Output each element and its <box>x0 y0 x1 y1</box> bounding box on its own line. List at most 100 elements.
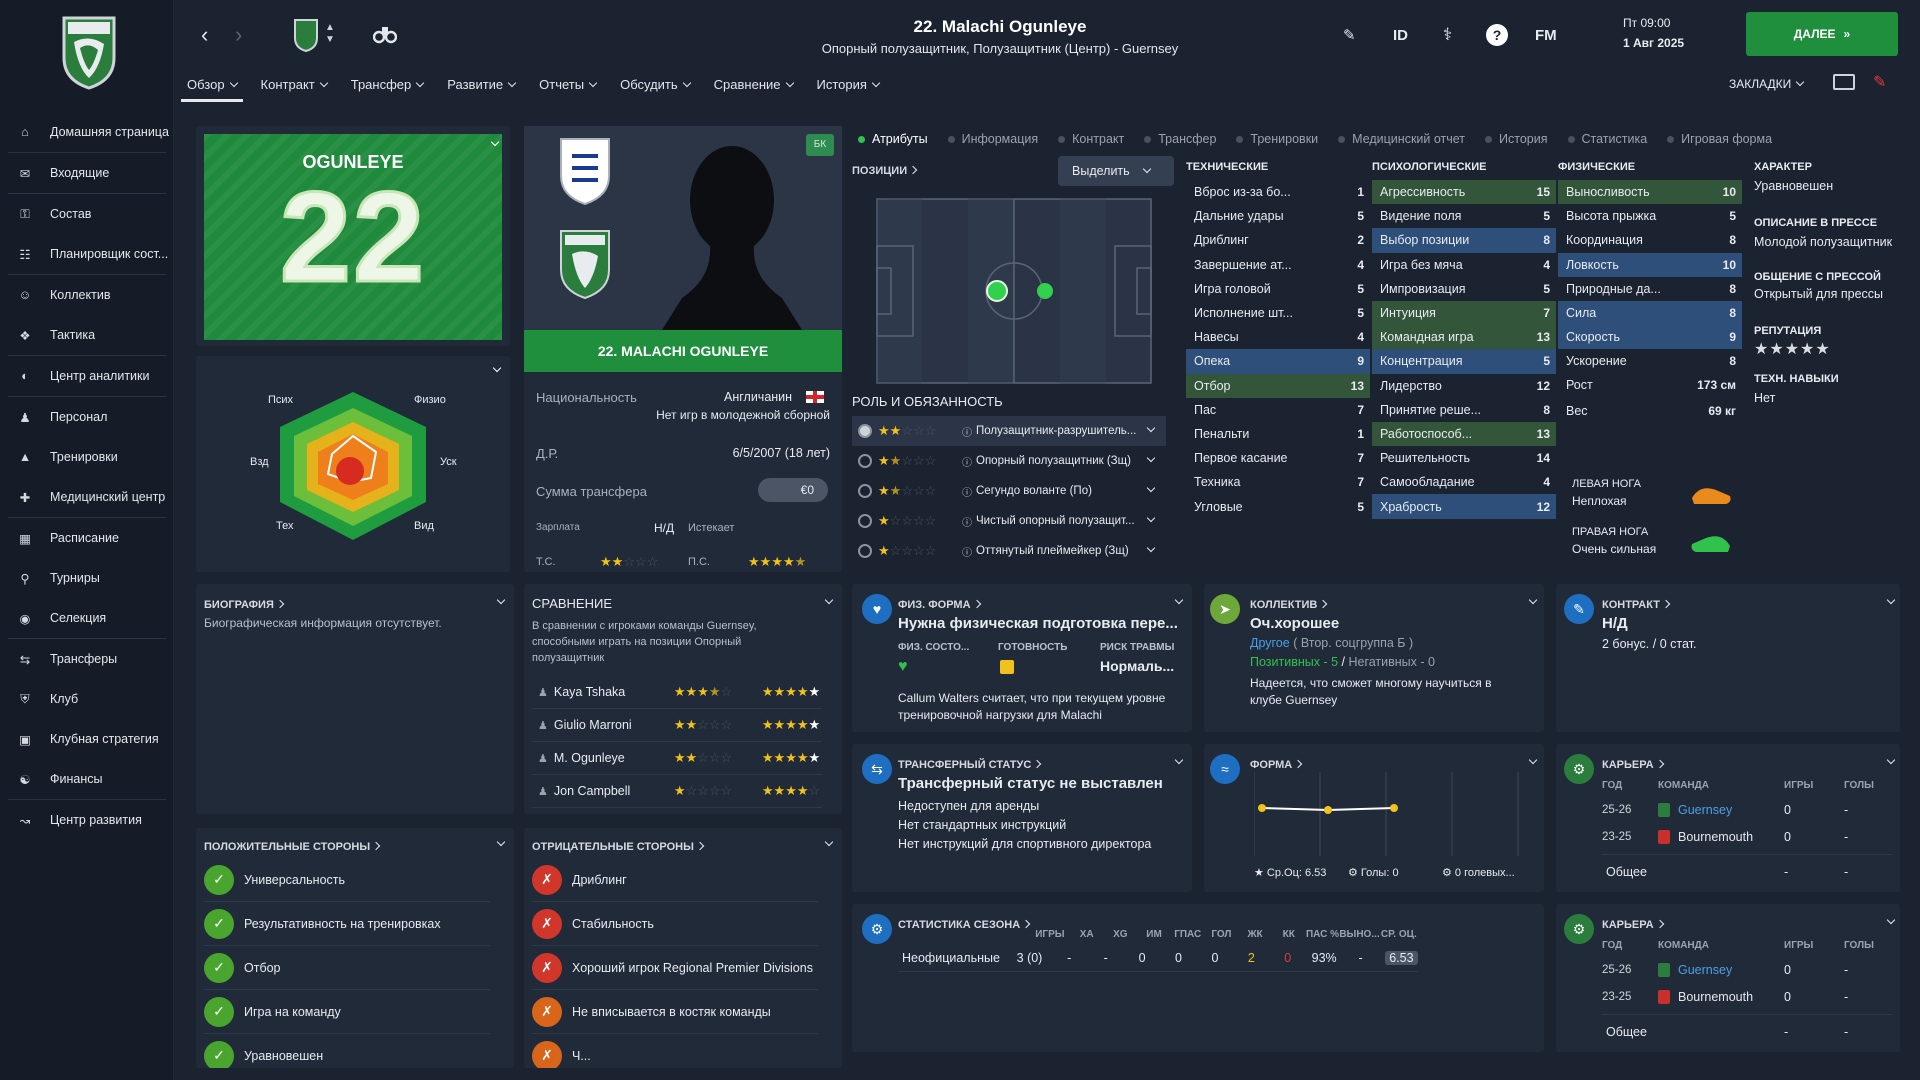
sidebar-item-transfers[interactable]: ⇆ Трансферы <box>0 639 174 679</box>
weakness-item[interactable]: ✗ Дриблинг <box>532 858 818 902</box>
comparison-row[interactable]: ♟ Kaya Tshaka ★★★★☆ ★★★★★ <box>532 676 822 709</box>
radar-menu-chevron-icon[interactable] <box>488 362 502 377</box>
attribute-row[interactable]: Игра головой 5 <box>1186 277 1370 301</box>
info-icon[interactable]: ⓘ <box>962 544 972 559</box>
role-row[interactable]: ★★☆☆☆ ⓘ Полузащитник-разрушитель... <box>852 416 1166 446</box>
positions-title[interactable]: ПОЗИЦИИ <box>852 162 918 177</box>
attribute-row[interactable]: Агрессивность 15 <box>1372 180 1556 205</box>
comparison-row[interactable]: ♟ Giulio Marroni ★★☆☆☆ ★★★★★ <box>532 709 822 742</box>
role-row[interactable]: ★★☆☆☆ ⓘ Опорный полузащитник (Зщ) <box>852 446 1166 476</box>
career-team[interactable]: Bournemouth <box>1658 989 1784 1004</box>
subtab-5[interactable]: Медицинский отчет <box>1338 132 1465 146</box>
biography-title[interactable]: БИОГРАФИЯ <box>204 596 285 611</box>
tab-0[interactable]: Обзор <box>175 76 249 104</box>
attribute-row[interactable]: Принятие реше... 8 <box>1372 398 1556 422</box>
attribute-row[interactable]: Завершение ат... 4 <box>1186 253 1370 277</box>
weakness-item[interactable]: ✗ Стабильность <box>532 902 818 946</box>
tab-4[interactable]: Отчеты <box>527 76 608 104</box>
subtab-7[interactable]: Статистика <box>1567 132 1647 146</box>
info-icon[interactable]: ⓘ <box>962 514 972 529</box>
subtab-2[interactable]: Контракт <box>1058 132 1124 146</box>
attribute-row[interactable]: Отбор 13 <box>1186 373 1370 398</box>
sidebar-item-planner[interactable]: ☷ Планировщик сост... <box>0 234 174 274</box>
radio-icon[interactable] <box>858 454 872 468</box>
screen-icon[interactable] <box>1833 74 1855 90</box>
career-row[interactable]: 23-25 Bournemouth 0 - <box>1602 823 1892 850</box>
radio-icon[interactable] <box>858 484 872 498</box>
bookmarks-button[interactable]: ЗАКЛАДКИ <box>1729 77 1805 91</box>
card-menu-chevron-icon[interactable] <box>486 136 500 151</box>
weakness-item[interactable]: ✗ Не вписывается в костяк команды <box>532 990 818 1034</box>
subtab-8[interactable]: Игровая форма <box>1667 132 1772 146</box>
attribute-row[interactable]: Первое касание 7 <box>1186 446 1370 470</box>
season-row[interactable]: Неофициальные 3 (0) - - 0 0 0 2 0 93% - 6.53 <box>898 944 1418 972</box>
attribute-row[interactable]: Навесы 4 <box>1186 325 1370 349</box>
red-pen-icon[interactable]: ✎ <box>1873 72 1886 92</box>
collective-title[interactable]: КОЛЛЕКТИВ <box>1250 596 1328 611</box>
attribute-row[interactable]: Ловкость 10 <box>1558 252 1742 277</box>
attribute-row[interactable]: Координация 8 <box>1558 228 1742 252</box>
transfer-fee-toggle[interactable]: €0 <box>758 478 828 502</box>
attribute-row[interactable]: Выбор позиции 8 <box>1372 228 1556 253</box>
career-team[interactable]: Bournemouth <box>1658 829 1784 844</box>
transfer-status-title[interactable]: ТРАНСФЕРНЫЙ СТАТУС <box>898 756 1042 771</box>
forward-arrow-icon[interactable]: › <box>235 22 242 48</box>
career-team[interactable]: Guernsey <box>1658 802 1784 817</box>
sidebar-item-club[interactable]: ⛨ Клуб <box>0 679 174 719</box>
career-row[interactable]: 25-26 Guernsey 0 - <box>1602 956 1892 983</box>
attribute-row[interactable]: Пенальти 1 <box>1186 422 1370 446</box>
weakness-item[interactable]: ✗ Ч... <box>532 1034 818 1068</box>
sidebar-item-mail[interactable]: ✉ Входящие <box>0 153 174 193</box>
sidebar-item-staff[interactable]: ♟ Персонал <box>0 397 174 437</box>
attribute-row[interactable]: Скорость 9 <box>1558 325 1742 350</box>
contract-chevron-icon[interactable] <box>1882 594 1896 609</box>
binoculars-icon[interactable] <box>373 24 397 44</box>
career-chevron-icon-2[interactable] <box>1882 914 1896 929</box>
career-title-2[interactable]: КАРЬЕРА <box>1602 916 1664 931</box>
attribute-row[interactable]: Работоспособ... 13 <box>1372 421 1556 447</box>
attribute-row[interactable]: Игра без мяча 4 <box>1372 253 1556 277</box>
career-title-1[interactable]: КАРЬЕРА <box>1602 756 1664 771</box>
attribute-row[interactable]: Концентрация 5 <box>1372 349 1556 374</box>
comparison-row[interactable]: ♟ M. Ogunleye ★★☆☆☆ ★★★★★ <box>532 742 822 775</box>
attribute-row[interactable]: Вброс из-за бо... 1 <box>1186 180 1370 204</box>
tab-3[interactable]: Развитие <box>435 76 527 104</box>
sidebar-item-medical[interactable]: ✚ Медицинский центр <box>0 477 174 517</box>
club-switch-icon[interactable]: ▲ ▼ <box>325 22 335 46</box>
duty-chevron-icon[interactable] <box>1146 423 1156 433</box>
attribute-row[interactable]: Угловые 5 <box>1186 494 1370 518</box>
weaknesses-chevron-icon[interactable] <box>820 836 834 851</box>
tab-1[interactable]: Контракт <box>249 76 339 104</box>
duty-chevron-icon[interactable] <box>1146 453 1156 463</box>
sidebar-item-tactics[interactable]: ❖ Тактика <box>0 315 174 355</box>
attribute-row[interactable]: Самообладание 4 <box>1372 470 1556 494</box>
sidebar-item-collective[interactable]: ☺ Коллектив <box>0 275 174 315</box>
subtab-4[interactable]: Тренировки <box>1236 132 1318 146</box>
weaknesses-title[interactable]: ОТРИЦАТЕЛЬНЫЕ СТОРОНЫ <box>532 838 705 853</box>
strengths-title[interactable]: ПОЛОЖИТЕЛЬНЫЕ СТОРОНЫ <box>204 838 381 853</box>
sidebar-item-analytics[interactable]: ◐ Центр аналитики <box>0 356 174 396</box>
attribute-row[interactable]: Видение поля 5 <box>1372 204 1556 228</box>
attribute-row[interactable]: Природные да... 8 <box>1558 277 1742 301</box>
role-row[interactable]: ★☆☆☆☆ ⓘ Чистый опорный полузащит... <box>852 506 1166 536</box>
attribute-row[interactable]: Ускорение 8 <box>1558 349 1742 373</box>
globe-icon[interactable]: ⚕ <box>1443 25 1452 45</box>
club-crest-logo[interactable] <box>60 12 118 90</box>
club-badge-icon[interactable] <box>293 18 319 52</box>
continue-button[interactable]: ДАЛЕЕ» <box>1746 12 1898 56</box>
strength-item[interactable]: ✓ Универсальность <box>204 858 490 902</box>
sidebar-item-trophy[interactable]: ⚲ Турниры <box>0 558 174 598</box>
sidebar-item-binoculars[interactable]: ◉ Селекция <box>0 598 174 638</box>
attribute-row[interactable]: Пас 7 <box>1186 398 1370 422</box>
attribute-row[interactable]: Высота прыжка 5 <box>1558 204 1742 228</box>
contract-title[interactable]: КОНТРАКТ <box>1602 596 1671 611</box>
attribute-row[interactable]: Решительность 14 <box>1372 446 1556 470</box>
career-team[interactable]: Guernsey <box>1658 962 1784 977</box>
tab-5[interactable]: Обсудить <box>608 76 702 104</box>
attribute-row[interactable]: Дальние удары 5 <box>1186 204 1370 228</box>
collective-chevron-icon[interactable] <box>1524 594 1538 609</box>
nationality-value[interactable]: Англичанин <box>724 390 792 404</box>
attribute-row[interactable]: Лидерство 12 <box>1372 374 1556 398</box>
attribute-row[interactable]: Интуиция 7 <box>1372 300 1556 326</box>
attribute-row[interactable]: Храбрость 12 <box>1372 494 1556 519</box>
